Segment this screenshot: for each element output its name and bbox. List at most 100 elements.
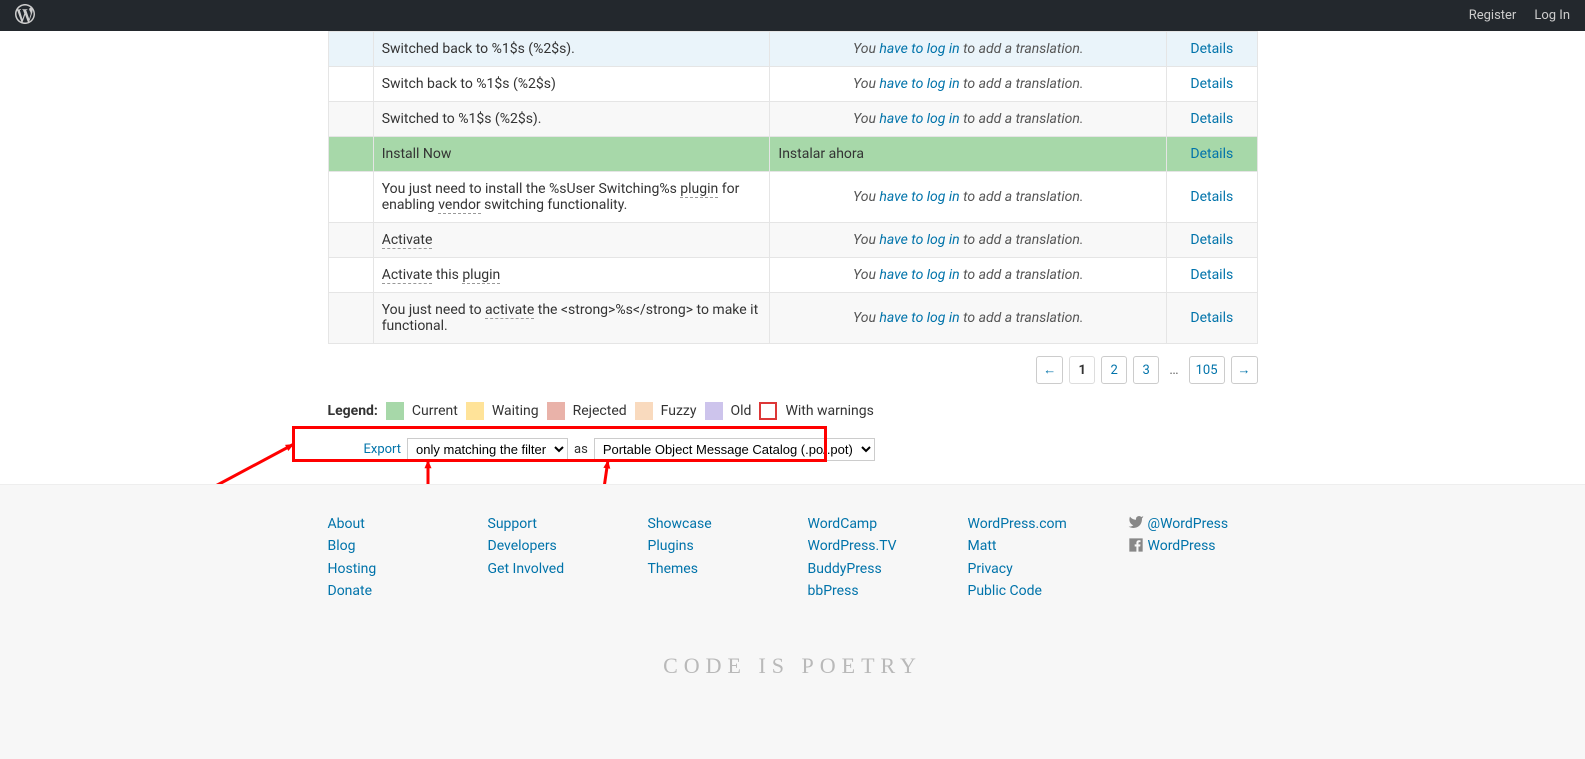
tagline: Code is Poetry [0, 653, 1585, 679]
wordpress-logo-icon[interactable] [15, 4, 35, 28]
export-as-label: as [574, 442, 588, 457]
details-link[interactable]: Details [1190, 146, 1233, 162]
login-link[interactable]: have to log in [879, 189, 959, 205]
twitter-icon [1128, 514, 1144, 534]
login-link[interactable]: have to log in [879, 267, 959, 283]
source-cell: Switched back to %1$s (%2$s). [373, 32, 770, 67]
table-row: Switched back to %1$s (%2$s).You have to… [328, 32, 1257, 67]
login-link[interactable]: have to log in [879, 76, 959, 92]
page-current: 1 [1069, 356, 1095, 384]
page-dots: … [1165, 356, 1182, 384]
login-link[interactable]: have to log in [879, 232, 959, 248]
details-cell: Details [1167, 67, 1257, 102]
translations-table: Switched back to %1$s (%2$s).You have to… [328, 31, 1258, 344]
details-cell: Details [1167, 137, 1257, 172]
pagination: ← 1 2 3 … 105 → [328, 356, 1258, 384]
translation-cell: You have to log in to add a translation. [770, 102, 1167, 137]
footer-link-showcase[interactable]: Showcase [648, 513, 778, 535]
footer-link-wordcamp[interactable]: WordCamp [808, 513, 938, 535]
footer-link-donate[interactable]: Donate [328, 580, 458, 602]
footer-link-public-code[interactable]: Public Code [968, 580, 1098, 602]
details-cell: Details [1167, 102, 1257, 137]
facebook-icon [1128, 537, 1144, 557]
details-link[interactable]: Details [1190, 267, 1233, 283]
table-row: You just need to install the %sUser Swit… [328, 172, 1257, 223]
table-row: Install NowInstalar ahora Details [328, 137, 1257, 172]
details-link[interactable]: Details [1190, 189, 1233, 205]
translation-cell: You have to log in to add a translation. [770, 258, 1167, 293]
login-link[interactable]: have to log in [879, 111, 959, 127]
login-link[interactable]: have to log in [879, 41, 959, 57]
priority-cell [328, 172, 373, 223]
source-cell: You just need to install the %sUser Swit… [373, 172, 770, 223]
register-link[interactable]: Register [1469, 8, 1517, 23]
source-cell: Install Now [373, 137, 770, 172]
export-format-select[interactable]: Portable Object Message Catalog (.po/.po… [594, 438, 875, 461]
table-row: Switched to %1$s (%2$s).You have to log … [328, 102, 1257, 137]
footer-link-about[interactable]: About [328, 513, 458, 535]
footer-link-plugins[interactable]: Plugins [648, 535, 778, 557]
legend: Legend: Current Waiting Rejected Fuzzy O… [328, 402, 1258, 420]
footer-link-get-involved[interactable]: Get Involved [488, 558, 618, 580]
legend-old: Old [731, 403, 752, 419]
footer-link-support[interactable]: Support [488, 513, 618, 535]
details-link[interactable]: Details [1190, 76, 1233, 92]
page-prev[interactable]: ← [1036, 356, 1063, 384]
login-link[interactable]: Log In [1534, 8, 1570, 23]
footer-link-wordpress-com[interactable]: WordPress.com [968, 513, 1098, 535]
footer-fb-link[interactable]: WordPress [1148, 535, 1216, 557]
source-cell: Switched to %1$s (%2$s). [373, 102, 770, 137]
priority-cell [328, 102, 373, 137]
priority-cell [328, 258, 373, 293]
source-cell: Switch back to %1$s (%2$s) [373, 67, 770, 102]
source-cell: You just need to activate the <strong>%s… [373, 293, 770, 344]
translation-cell: Instalar ahora [770, 137, 1167, 172]
legend-fuzzy: Fuzzy [661, 403, 697, 419]
footer-link-blog[interactable]: Blog [328, 535, 458, 557]
legend-rejected: Rejected [573, 403, 627, 419]
details-link[interactable]: Details [1190, 232, 1233, 248]
translation-cell: You have to log in to add a translation. [770, 32, 1167, 67]
swatch-current [386, 402, 404, 420]
footer-link-buddypress[interactable]: BuddyPress [808, 558, 938, 580]
details-link[interactable]: Details [1190, 41, 1233, 57]
page-2[interactable]: 2 [1101, 356, 1127, 384]
swatch-waiting [466, 402, 484, 420]
footer-link-privacy[interactable]: Privacy [968, 558, 1098, 580]
translation-cell: You have to log in to add a translation. [770, 293, 1167, 344]
translation-cell: You have to log in to add a translation. [770, 67, 1167, 102]
footer-link-wordpress-tv[interactable]: WordPress.TV [808, 535, 938, 557]
legend-warnings: With warnings [785, 403, 873, 419]
source-cell: Activate [373, 223, 770, 258]
footer-link-developers[interactable]: Developers [488, 535, 618, 557]
page-3[interactable]: 3 [1133, 356, 1159, 384]
footer-link-hosting[interactable]: Hosting [328, 558, 458, 580]
footer-link-matt[interactable]: Matt [968, 535, 1098, 557]
details-cell: Details [1167, 32, 1257, 67]
table-row: Switch back to %1$s (%2$s)You have to lo… [328, 67, 1257, 102]
priority-cell [328, 293, 373, 344]
page-last[interactable]: 105 [1189, 356, 1225, 384]
details-cell: Details [1167, 223, 1257, 258]
details-link[interactable]: Details [1190, 310, 1233, 326]
source-cell: Activate this plugin [373, 258, 770, 293]
footer-link-bbpress[interactable]: bbPress [808, 580, 938, 602]
swatch-rejected [547, 402, 565, 420]
legend-current: Current [412, 403, 458, 419]
translation-cell: You have to log in to add a translation. [770, 223, 1167, 258]
export-filter-select[interactable]: only matching the filter [407, 438, 568, 461]
priority-cell [328, 223, 373, 258]
export-bar: Export only matching the filter as Porta… [328, 430, 1258, 469]
login-link[interactable]: have to log in [879, 310, 959, 326]
footer-link-themes[interactable]: Themes [648, 558, 778, 580]
footer-twitter-link[interactable]: @WordPress [1148, 513, 1229, 535]
export-link[interactable]: Export [364, 442, 402, 457]
swatch-fuzzy [635, 402, 653, 420]
translation-cell: You have to log in to add a translation. [770, 172, 1167, 223]
details-link[interactable]: Details [1190, 111, 1233, 127]
page-next[interactable]: → [1231, 356, 1258, 384]
details-cell: Details [1167, 258, 1257, 293]
priority-cell [328, 67, 373, 102]
legend-waiting: Waiting [492, 403, 539, 419]
swatch-old [705, 402, 723, 420]
